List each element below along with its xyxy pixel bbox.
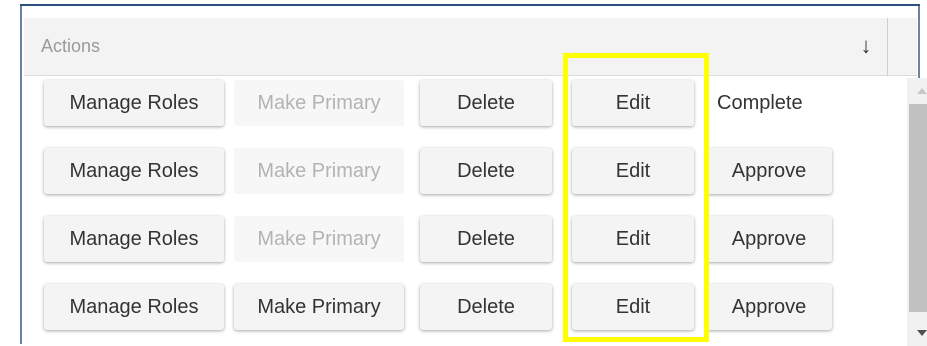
actions-grid: Actions ↓ Manage Roles Make Primary Dele… [20,6,927,346]
edit-button[interactable]: Edit [572,216,694,262]
column-header[interactable]: Actions ↓ [24,18,917,76]
delete-button[interactable]: Delete [420,284,552,330]
approve-button[interactable]: Approve [706,148,832,194]
header-divider [887,18,888,76]
manage-roles-button[interactable]: Manage Roles [44,216,224,262]
edit-button[interactable]: Edit [572,80,694,126]
scroll-down-arrow-icon[interactable] [907,320,927,346]
approve-button[interactable]: Approve [706,216,832,262]
complete-label[interactable]: Complete [717,80,803,126]
make-primary-button: Make Primary [234,216,404,262]
manage-roles-button[interactable]: Manage Roles [44,80,224,126]
vertical-scrollbar[interactable] [907,78,927,346]
actions-grid-frame: Actions ↓ Manage Roles Make Primary Dele… [0,0,927,346]
scrollbar-thumb[interactable] [909,104,927,312]
edit-button[interactable]: Edit [572,284,694,330]
manage-roles-button[interactable]: Manage Roles [44,148,224,194]
make-primary-button: Make Primary [234,80,404,126]
approve-button[interactable]: Approve [706,284,832,330]
make-primary-button[interactable]: Make Primary [234,284,404,330]
sort-arrow-down-icon[interactable]: ↓ [859,34,873,58]
column-header-title: Actions [41,36,101,56]
delete-button[interactable]: Delete [420,216,552,262]
manage-roles-button[interactable]: Manage Roles [44,284,224,330]
make-primary-button: Make Primary [234,148,404,194]
delete-button[interactable]: Delete [420,148,552,194]
delete-button[interactable]: Delete [420,80,552,126]
edit-button[interactable]: Edit [572,148,694,194]
scroll-up-arrow-icon[interactable] [907,78,927,104]
